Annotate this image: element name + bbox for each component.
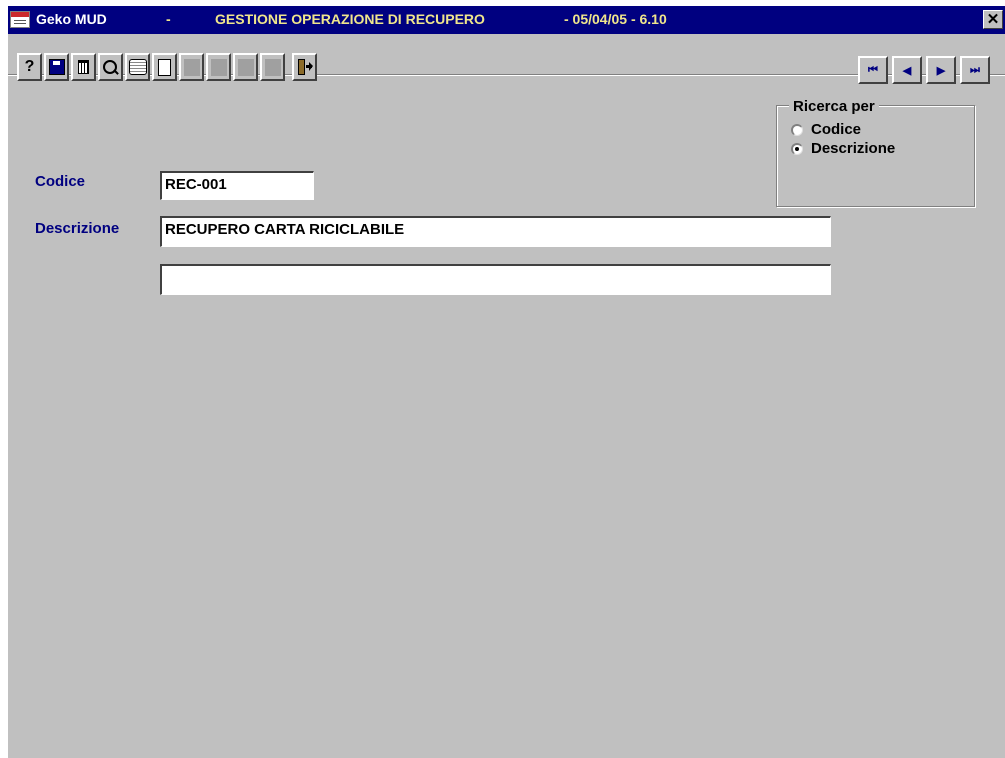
disabled-button-4 — [260, 53, 285, 81]
new-button[interactable] — [152, 53, 177, 81]
search-by-legend: Ricerca per — [789, 98, 879, 115]
radio-label: Descrizione — [811, 140, 896, 157]
print-icon — [128, 59, 147, 75]
new-document-icon — [158, 58, 171, 76]
search-by-codice-option[interactable]: Codice — [791, 121, 861, 138]
save-icon — [48, 59, 65, 75]
radio-button-selected[interactable] — [791, 142, 803, 155]
window-title: GESTIONE OPERAZIONE DI RECUPERO — [215, 11, 485, 27]
exit-door-icon — [297, 59, 313, 75]
delete-button[interactable] — [71, 53, 96, 81]
descrizione-extra-field[interactable] — [160, 264, 831, 295]
title-bar: Geko MUD - GESTIONE OPERAZIONE DI RECUPE… — [8, 6, 1005, 34]
disabled-button-2 — [206, 53, 231, 81]
next-record-button[interactable]: ▶ — [926, 56, 956, 84]
search-by-group: Ricerca per Codice Descrizione — [776, 98, 975, 207]
print-button[interactable] — [125, 53, 150, 81]
search-by-descrizione-option[interactable]: Descrizione — [791, 140, 895, 157]
first-record-icon: ⏮ — [868, 63, 878, 76]
title-datetime: - 05/04/05 - 6.10 — [564, 11, 667, 27]
search-button[interactable] — [98, 53, 123, 81]
save-button[interactable] — [44, 53, 69, 81]
close-icon: ✕ — [986, 11, 1000, 28]
help-button[interactable]: ? — [17, 53, 42, 81]
app-icon[interactable] — [10, 11, 30, 28]
radio-label: Codice — [811, 121, 862, 138]
title-separator: - — [166, 11, 171, 27]
last-record-button[interactable]: ⏭ — [960, 56, 990, 84]
disabled-button-1 — [179, 53, 204, 81]
app-window: Geko MUD - GESTIONE OPERAZIONE DI RECUPE… — [8, 6, 1005, 758]
previous-record-icon: ◀ — [902, 64, 912, 77]
codice-label: Codice — [35, 173, 86, 190]
trash-icon — [78, 60, 89, 74]
first-record-button[interactable]: ⏮ — [858, 56, 888, 84]
last-record-icon: ⏭ — [970, 63, 980, 76]
next-record-icon: ▶ — [936, 64, 946, 77]
search-icon — [102, 59, 119, 76]
exit-button[interactable] — [292, 53, 317, 81]
radio-button[interactable] — [791, 123, 803, 136]
codice-field[interactable]: REC-001 — [160, 171, 314, 200]
app-name: Geko MUD — [36, 11, 107, 27]
disabled-button-3 — [233, 53, 258, 81]
previous-record-button[interactable]: ◀ — [892, 56, 922, 84]
close-button[interactable]: ✕ — [983, 10, 1003, 29]
help-icon: ? — [24, 58, 35, 75]
descrizione-label: Descrizione — [35, 220, 120, 237]
descrizione-field[interactable]: RECUPERO CARTA RICICLABILE — [160, 216, 831, 247]
